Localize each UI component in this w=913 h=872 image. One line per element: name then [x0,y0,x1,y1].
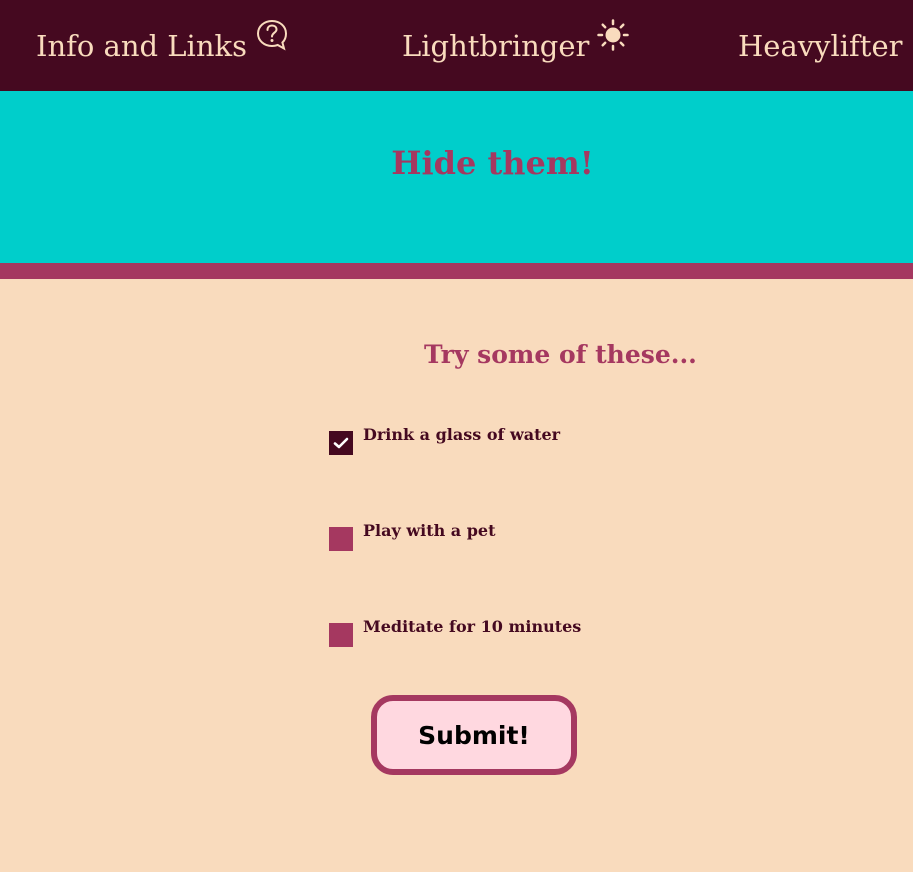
task-checkbox[interactable] [329,527,353,551]
nav-item-label: Heavylifter [738,28,903,63]
question-bubble-icon [255,18,289,59]
divider-stripe [0,263,913,279]
sun-icon [597,19,630,58]
task-label: Drink a glass of water [363,425,561,444]
task-checkbox[interactable] [329,431,353,455]
task-label: Play with a pet [363,521,496,540]
submit-button[interactable]: Submit! [371,695,577,775]
tasks-title: Try some of these... [424,340,697,369]
task-play-with-pet[interactable]: Play with a pet [329,521,495,551]
nav-item-info-and-links[interactable]: Info and Links [36,0,289,91]
nav-item-lightbringer[interactable]: Lightbringer [402,0,630,91]
task-checkbox[interactable] [329,623,353,647]
nav-item-label: Lightbringer [402,28,590,63]
nav-item-heavylifter[interactable]: Heavylifter [738,0,902,91]
banner-title: Hide them! [391,144,594,182]
task-label: Meditate for 10 minutes [363,617,582,636]
nav-item-label: Info and Links [36,28,247,63]
checkmark-icon [333,437,349,449]
top-nav: Info and Links Lightbringer Heavylifter [0,0,913,91]
task-drink-water[interactable]: Drink a glass of water [329,425,560,455]
task-meditate[interactable]: Meditate for 10 minutes [329,617,581,647]
